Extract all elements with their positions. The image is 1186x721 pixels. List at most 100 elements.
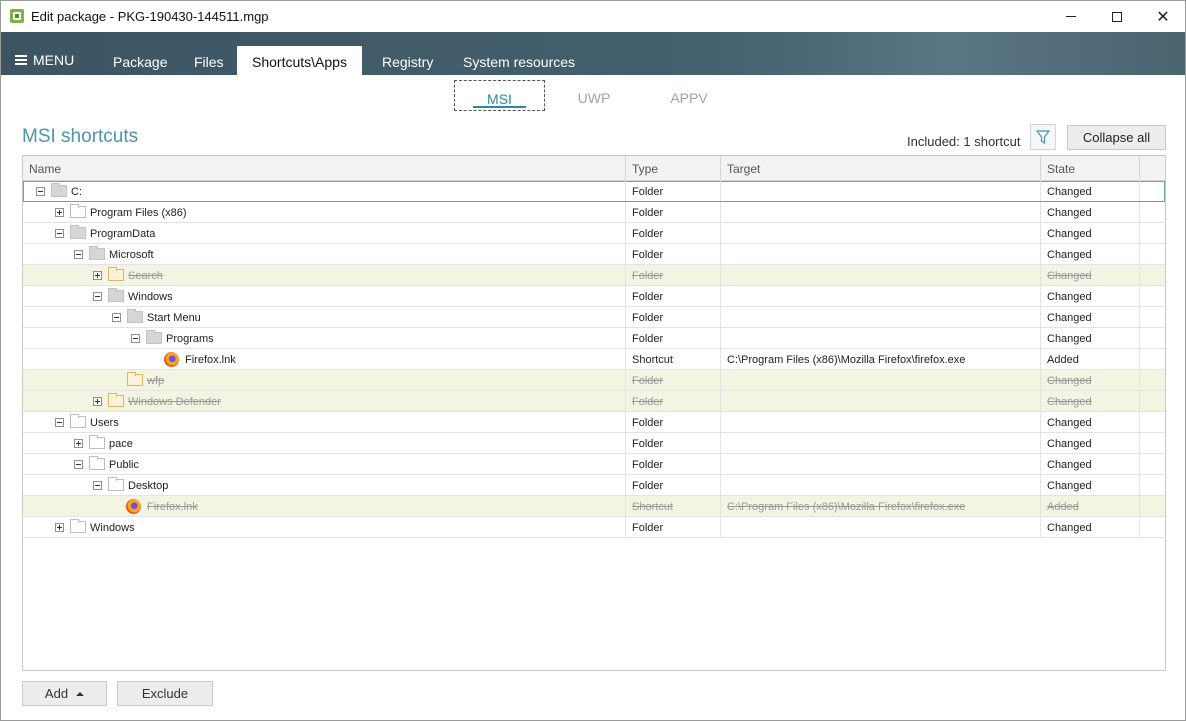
collapse-toggle-icon[interactable] xyxy=(112,313,121,322)
state-cell: Changed xyxy=(1041,181,1140,201)
table-row[interactable]: ProgramData Folder Changed xyxy=(23,223,1165,244)
table-row[interactable]: Users Folder Changed xyxy=(23,412,1165,433)
folder-icon xyxy=(108,288,124,302)
target-cell xyxy=(721,265,1041,285)
filler-cell xyxy=(1140,412,1165,432)
filler-cell xyxy=(1140,223,1165,243)
table-row[interactable]: Start Menu Folder Changed xyxy=(23,307,1165,328)
tab-shortcuts-apps[interactable]: Shortcuts\Apps xyxy=(237,46,362,75)
minimize-icon xyxy=(1066,16,1076,17)
table-row[interactable]: pace Folder Changed xyxy=(23,433,1165,454)
collapse-all-button[interactable]: Collapse all xyxy=(1067,125,1166,150)
collapse-toggle-icon[interactable] xyxy=(55,418,64,427)
type-cell: Folder xyxy=(626,412,721,432)
folder-icon xyxy=(51,183,67,197)
column-header-filler xyxy=(1140,156,1165,181)
subtab-uwp[interactable]: UWP xyxy=(561,80,627,111)
target-cell xyxy=(721,433,1041,453)
expand-toggle-icon[interactable] xyxy=(74,439,83,448)
folder-icon xyxy=(89,435,105,449)
table-row[interactable]: Firefox.lnk Shortcut C:\Program Files (x… xyxy=(23,349,1165,370)
column-header-type[interactable]: Type xyxy=(626,156,721,181)
filler-cell xyxy=(1140,496,1165,516)
filler-cell xyxy=(1140,202,1165,222)
collapse-toggle-icon[interactable] xyxy=(74,460,83,469)
table-row[interactable]: Windows Folder Changed xyxy=(23,286,1165,307)
folder-icon xyxy=(70,204,86,218)
exclude-button[interactable]: Exclude xyxy=(117,681,213,706)
type-cell: Folder xyxy=(626,181,721,201)
filler-cell xyxy=(1140,328,1165,348)
type-cell: Folder xyxy=(626,391,721,411)
table-row[interactable]: Firefox.lnk Shortcut C:\Program Files (x… xyxy=(23,496,1165,517)
column-header-state[interactable]: State xyxy=(1041,156,1140,181)
state-cell: Changed xyxy=(1041,244,1140,264)
tab-registry[interactable]: Registry xyxy=(367,46,448,75)
hamburger-icon xyxy=(15,55,27,65)
table-row[interactable]: Microsoft Folder Changed xyxy=(23,244,1165,265)
target-cell: C:\Program Files (x86)\Mozilla Firefox\f… xyxy=(721,349,1041,369)
table-row[interactable]: C: Folder Changed xyxy=(23,181,1165,202)
state-cell: Changed xyxy=(1041,307,1140,327)
type-cell: Folder xyxy=(626,202,721,222)
subtab-msi[interactable]: MSI xyxy=(454,80,545,111)
table-row[interactable]: Search Folder Changed xyxy=(23,265,1165,286)
state-cell: Changed xyxy=(1041,286,1140,306)
expand-toggle-icon[interactable] xyxy=(93,397,102,406)
menu-button[interactable]: MENU xyxy=(15,52,74,68)
tab-files[interactable]: Files xyxy=(179,46,239,75)
table-row[interactable]: Desktop Folder Changed xyxy=(23,475,1165,496)
collapse-toggle-icon[interactable] xyxy=(93,481,102,490)
folder-icon xyxy=(70,414,86,428)
collapse-toggle-icon[interactable] xyxy=(131,334,140,343)
close-button[interactable]: ✕ xyxy=(1140,1,1186,32)
folder-icon xyxy=(127,372,143,386)
row-name: pace xyxy=(109,438,133,450)
name-cell: Public xyxy=(23,454,626,474)
table-row[interactable]: Public Folder Changed xyxy=(23,454,1165,475)
row-name: ProgramData xyxy=(90,228,156,240)
table-row[interactable]: Programs Folder Changed xyxy=(23,328,1165,349)
row-name: Microsoft xyxy=(109,249,154,261)
table-row[interactable]: Program Files (x86) Folder Changed xyxy=(23,202,1165,223)
state-cell: Changed xyxy=(1041,412,1140,432)
column-header-name[interactable]: Name xyxy=(23,156,626,181)
name-cell: Windows xyxy=(23,286,626,306)
row-name: Start Menu xyxy=(147,312,201,324)
maximize-button[interactable] xyxy=(1094,1,1140,32)
add-button-label: Add xyxy=(44,686,69,701)
state-cell: Changed xyxy=(1041,475,1140,495)
state-cell: Changed xyxy=(1041,433,1140,453)
close-icon: ✕ xyxy=(1156,8,1170,26)
name-cell: Users xyxy=(23,412,626,432)
state-cell: Changed xyxy=(1041,370,1140,390)
minimize-button[interactable] xyxy=(1048,1,1094,32)
expand-toggle-icon[interactable] xyxy=(93,271,102,280)
collapse-toggle-icon[interactable] xyxy=(36,187,45,196)
row-name: Windows xyxy=(90,522,135,534)
column-header-target[interactable]: Target xyxy=(721,156,1041,181)
subtab-appv[interactable]: APPV xyxy=(655,80,723,111)
expand-toggle-icon[interactable] xyxy=(55,208,64,217)
table-row[interactable]: wfp Folder Changed xyxy=(23,370,1165,391)
included-count: Included: 1 shortcut xyxy=(907,134,1021,149)
filter-button[interactable] xyxy=(1030,124,1056,150)
caret-up-icon xyxy=(76,691,85,696)
tab-package[interactable]: Package xyxy=(98,46,182,75)
add-button[interactable]: Add xyxy=(22,681,107,706)
tab-system-resources[interactable]: System resources xyxy=(448,46,590,75)
collapse-toggle-icon[interactable] xyxy=(93,292,102,301)
state-cell: Changed xyxy=(1041,202,1140,222)
folder-icon xyxy=(70,225,86,239)
state-cell: Added xyxy=(1041,496,1140,516)
target-cell xyxy=(721,391,1041,411)
table-row[interactable]: Windows Defender Folder Changed xyxy=(23,391,1165,412)
filler-cell xyxy=(1140,307,1165,327)
name-cell: Windows Defender xyxy=(23,391,626,411)
expand-toggle-icon[interactable] xyxy=(55,523,64,532)
table-row[interactable]: Windows Folder Changed xyxy=(23,517,1165,538)
name-cell: Firefox.lnk xyxy=(23,349,626,369)
collapse-toggle-icon[interactable] xyxy=(55,229,64,238)
collapse-toggle-icon[interactable] xyxy=(74,250,83,259)
state-cell: Changed xyxy=(1041,223,1140,243)
